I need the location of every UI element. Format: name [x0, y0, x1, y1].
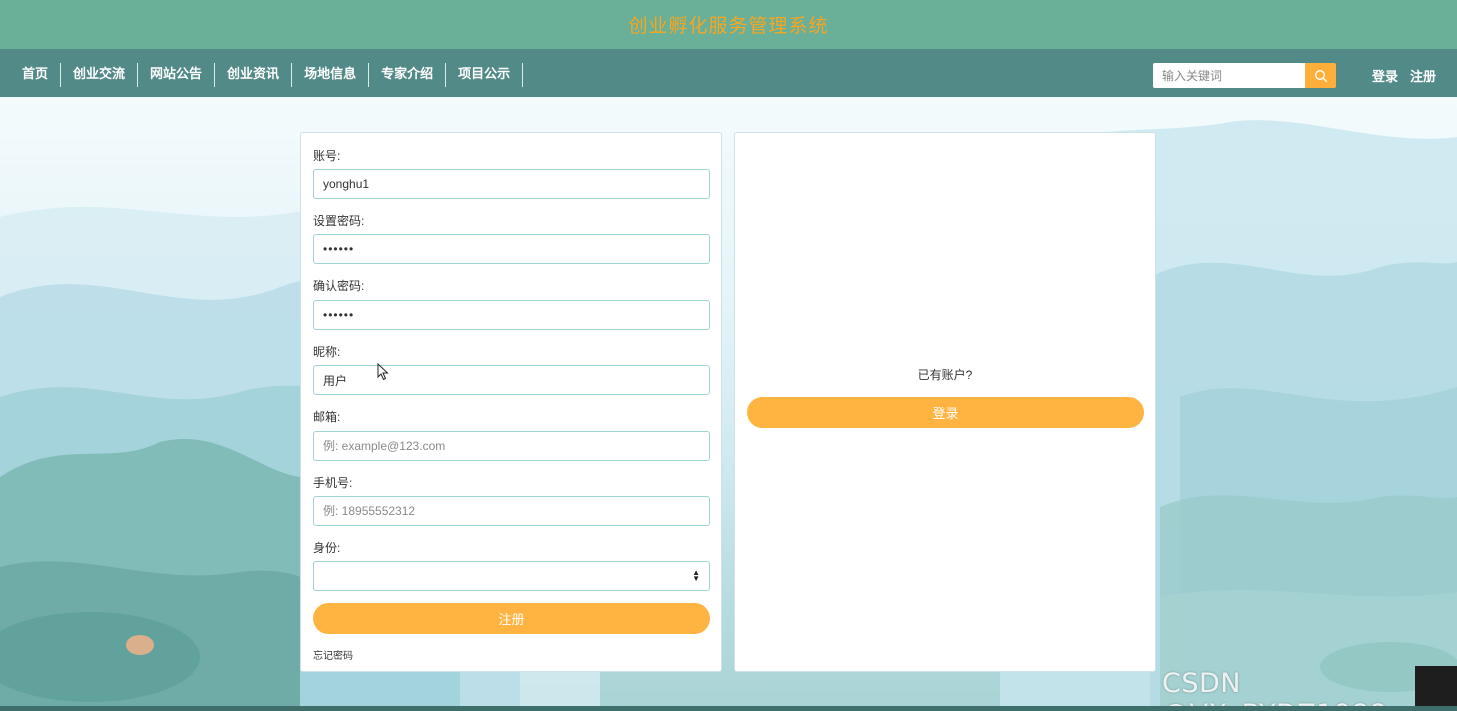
role-label: 身份:	[313, 541, 341, 555]
phone-label: 手机号:	[313, 476, 353, 490]
account-field[interactable]	[313, 169, 710, 199]
search-input[interactable]	[1153, 63, 1305, 88]
title-bar: 创业孵化服务管理系统	[0, 0, 1457, 49]
mountain-scenery-image	[0, 120, 1457, 711]
select-arrows-icon: ▲ ▼	[692, 568, 700, 583]
login-panel: 已有账户? 登录	[734, 132, 1156, 672]
email-field[interactable]	[313, 431, 710, 461]
password-label: 设置密码:	[313, 214, 365, 228]
register-form: 账号: 设置密码: 确认密码: 昵称: 邮箱: 手机号: 身份: ▲▼ 注册 忘…	[300, 132, 722, 672]
search-icon	[1314, 69, 1327, 82]
auth-links: 登录 注册	[1372, 66, 1436, 85]
account-label: 账号:	[313, 149, 341, 163]
search-button[interactable]	[1305, 63, 1336, 88]
nav-item-home[interactable]: 首页	[10, 63, 62, 87]
nickname-field[interactable]	[313, 365, 710, 395]
confirm-password-field[interactable]	[313, 300, 710, 330]
password-field[interactable]	[313, 234, 710, 264]
nav-item-venues[interactable]: 场地信息	[292, 63, 370, 87]
register-submit-button[interactable]: 注册	[313, 603, 710, 634]
confirm-password-label: 确认密码:	[313, 279, 365, 293]
go-login-button[interactable]: 登录	[747, 397, 1144, 428]
bottom-edge	[0, 706, 1457, 711]
nav-item-projects[interactable]: 项目公示	[446, 63, 524, 87]
main-menu: 首页 创业交流 网站公告 创业资讯 场地信息 专家介绍 项目公示	[10, 63, 524, 87]
mouse-cursor-icon	[377, 363, 389, 381]
have-account-text: 已有账户?	[917, 368, 973, 382]
nickname-label: 昵称:	[313, 345, 341, 359]
app-title: 创业孵化服务管理系统	[628, 15, 829, 37]
header-login-link[interactable]: 登录	[1372, 66, 1398, 85]
corner-block	[1415, 666, 1457, 711]
forgot-password-link[interactable]: 忘记密码	[313, 647, 353, 662]
email-label: 邮箱:	[313, 410, 341, 424]
search-box	[1153, 63, 1336, 88]
header-register-link[interactable]: 注册	[1410, 66, 1436, 85]
landscape-background	[0, 97, 1457, 711]
watermark-text: CSDN @VX_BYDZ1988	[1162, 668, 1387, 711]
nav-item-experts[interactable]: 专家介绍	[369, 63, 447, 87]
nav-item-forum[interactable]: 创业交流	[61, 63, 139, 87]
nav-item-news[interactable]: 创业资讯	[215, 63, 293, 87]
role-select[interactable]: ▲ ▼	[313, 561, 710, 591]
phone-field[interactable]	[313, 496, 710, 526]
nav-item-announcements[interactable]: 网站公告	[138, 63, 216, 87]
